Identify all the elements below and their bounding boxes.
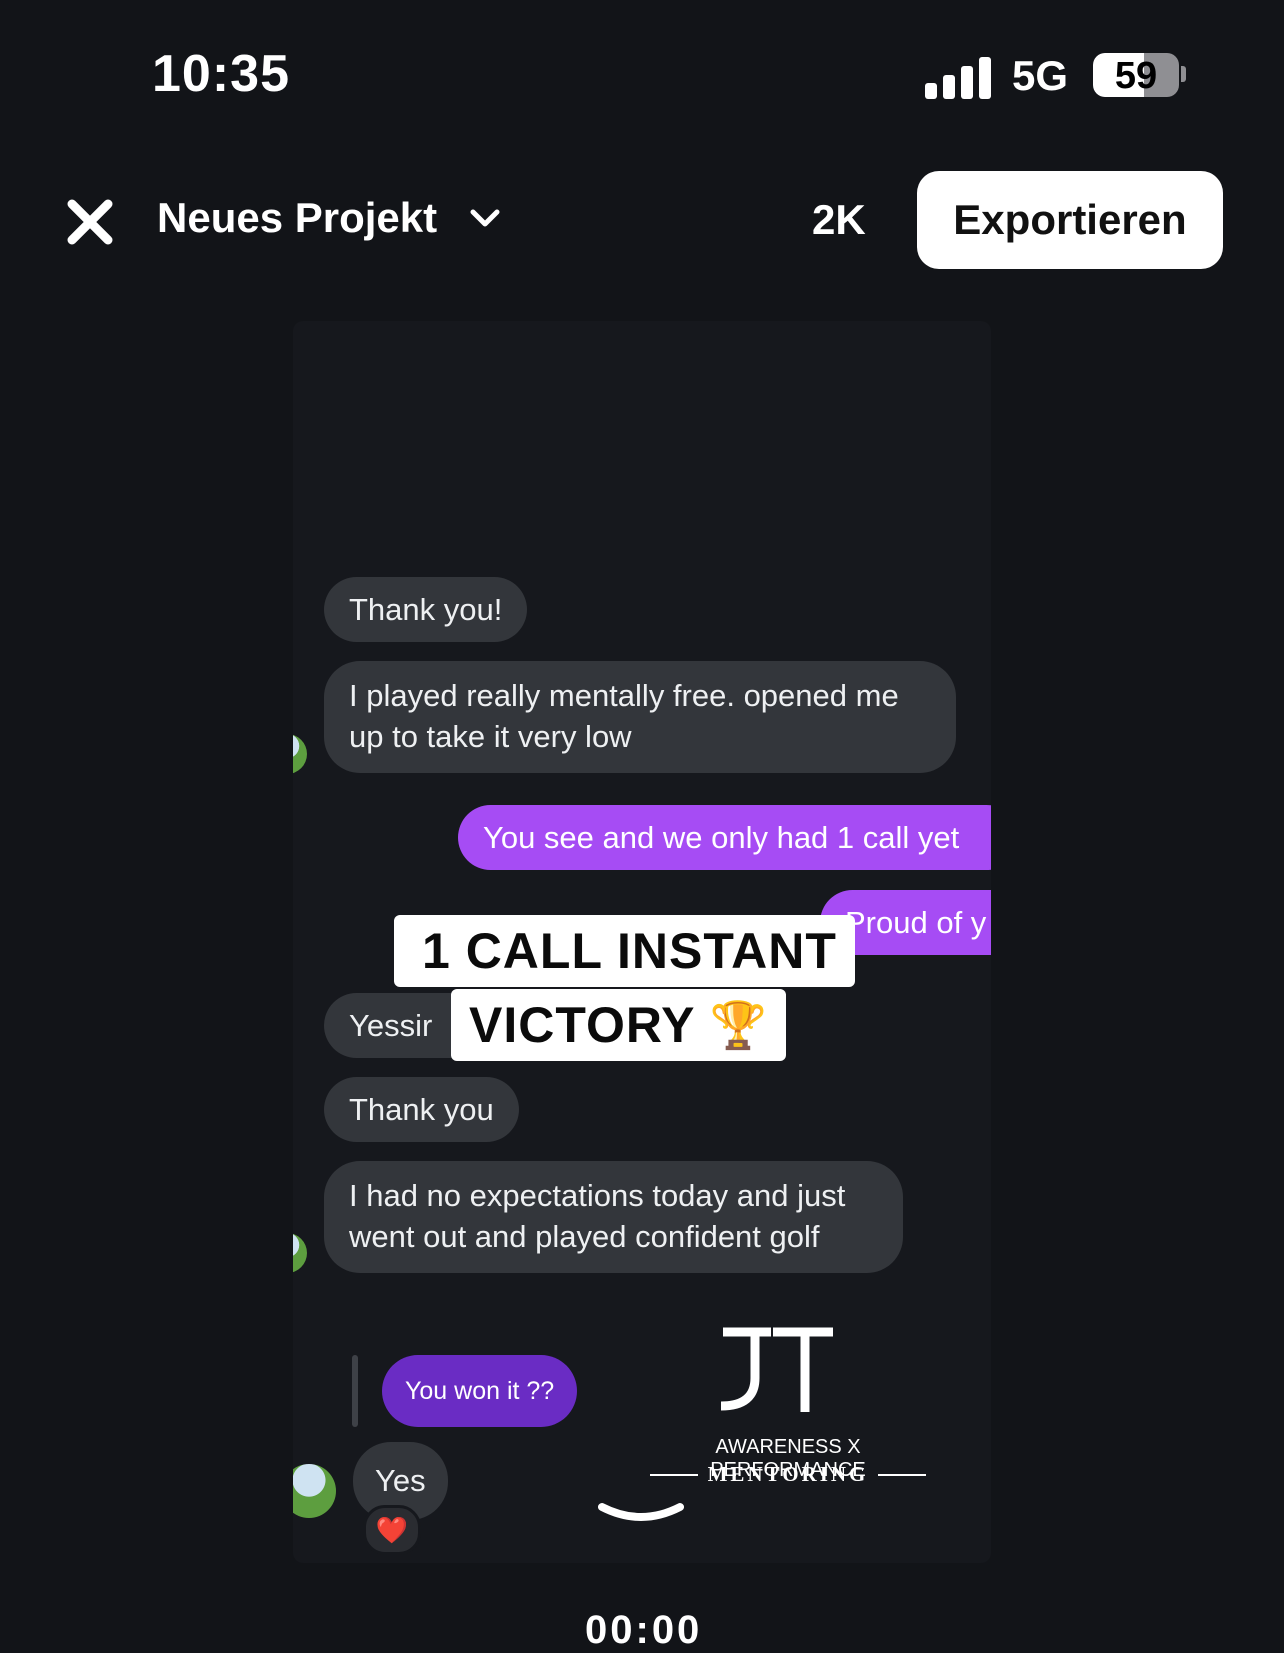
export-button[interactable]: Exportieren	[917, 171, 1223, 269]
message-line: I played really mentally free. opened me	[349, 678, 899, 713]
message-bubble: I played really mentally free. opened me…	[324, 661, 956, 773]
message-bubble: You won it ??	[382, 1355, 578, 1427]
overlay-victory-text: VICTORY	[469, 997, 696, 1053]
message-bubble: Thank you	[324, 1077, 519, 1142]
avatar	[293, 1464, 336, 1518]
close-icon[interactable]	[66, 198, 114, 246]
logo-divider	[649, 1473, 698, 1476]
avatar	[293, 1233, 307, 1273]
message-bubble: I had no expectations today and just wen…	[324, 1161, 903, 1273]
message-bubble: You see and we only had 1 call yet	[458, 805, 991, 870]
timeline-timestamp: 00:00	[585, 1608, 703, 1652]
cellular-signal-icon	[925, 55, 993, 99]
message-line: I had no expectations today and just	[349, 1178, 846, 1213]
heart-reaction-icon: ❤️	[363, 1505, 421, 1555]
message-line: up to take it very low	[349, 719, 632, 754]
project-title-dropdown[interactable]: Neues Projekt	[157, 194, 503, 242]
reply-quote-bar	[352, 1355, 358, 1427]
resolution-button[interactable]: 2K	[812, 196, 866, 244]
project-title: Neues Projekt	[157, 194, 438, 241]
trophy-icon: 🏆	[709, 998, 768, 1051]
battery-percent: 59	[1114, 55, 1158, 97]
message-line: went out and played confident golf	[349, 1219, 820, 1254]
jt-logo-mark	[720, 1327, 833, 1412]
network-type: 5G	[1012, 52, 1069, 99]
overlay-title-line1: 1 CALL INSTANT	[394, 915, 855, 987]
message-bubble: Thank you!	[324, 577, 528, 642]
overlay-title-line2: VICTORY 🏆	[451, 989, 786, 1061]
battery-cap	[1181, 66, 1186, 82]
swipe-chevron-icon	[598, 1503, 684, 1521]
logo-line2-wrap: MENTORING	[648, 1462, 928, 1487]
logo-line2: MENTORING	[707, 1462, 869, 1486]
avatar	[293, 734, 307, 774]
video-preview[interactable]: Thank you! I played really mentally free…	[293, 321, 991, 1563]
status-time: 10:35	[152, 45, 290, 103]
battery-icon: 59	[1093, 53, 1179, 97]
chevron-down-icon	[470, 209, 500, 227]
logo-divider	[878, 1473, 927, 1476]
